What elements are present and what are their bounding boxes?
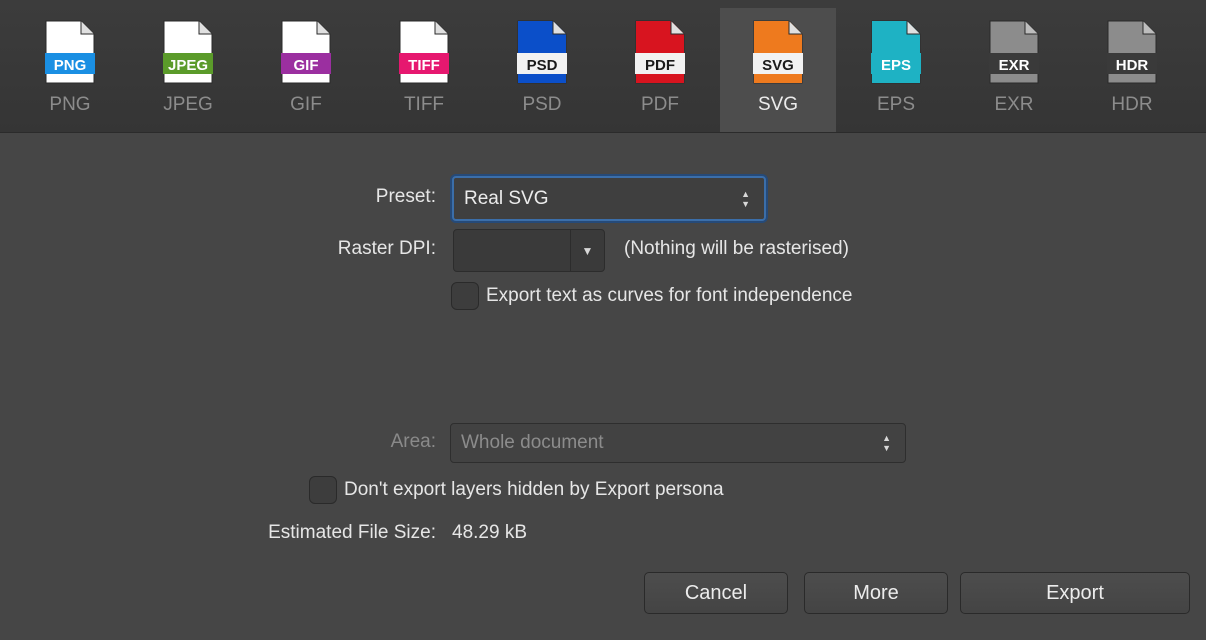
svg-text:PNG: PNG bbox=[54, 57, 87, 74]
svg-text:EXR: EXR bbox=[999, 57, 1030, 74]
export-button[interactable]: Export bbox=[960, 572, 1190, 614]
format-name: PSD bbox=[522, 94, 562, 115]
hidden-layers-checkbox[interactable] bbox=[309, 476, 337, 504]
format-tab-exr[interactable]: EXR EXR bbox=[956, 8, 1072, 132]
svg-text:PSD: PSD bbox=[527, 57, 558, 74]
more-button[interactable]: More bbox=[804, 572, 948, 614]
preset-select[interactable]: Real SVG ▲ ▼ bbox=[452, 176, 766, 221]
format-tab-eps[interactable]: EPS EPS bbox=[838, 8, 954, 132]
file-size-label: Estimated File Size: bbox=[268, 522, 436, 543]
raster-dpi-combo[interactable]: ▼ bbox=[453, 229, 605, 272]
svg-text:GIF: GIF bbox=[294, 57, 319, 74]
format-name: EPS bbox=[876, 94, 916, 115]
area-label: Area: bbox=[390, 431, 436, 452]
svg-text:HDR: HDR bbox=[1116, 57, 1149, 74]
format-name: JPEG bbox=[163, 94, 213, 115]
svg-text:TIFF: TIFF bbox=[408, 57, 440, 74]
format-tab-svg[interactable]: SVG SVG bbox=[720, 8, 836, 132]
format-name: TIFF bbox=[403, 94, 445, 115]
file-jpeg-icon: JPEG bbox=[163, 20, 213, 84]
file-gif-icon: GIF bbox=[281, 20, 331, 84]
format-name: HDR bbox=[1111, 94, 1153, 115]
file-psd-icon: PSD bbox=[517, 20, 567, 84]
preset-label: Preset: bbox=[375, 186, 436, 207]
area-value: Whole document bbox=[461, 432, 604, 453]
format-name: SVG bbox=[757, 94, 799, 115]
file-hdr-icon: HDR bbox=[1107, 20, 1157, 84]
updown-arrows-icon: ▲ ▼ bbox=[882, 433, 891, 453]
hidden-layers-label: Don't export layers hidden by Export per… bbox=[344, 479, 724, 500]
format-tab-tiff[interactable]: TIFF TIFF bbox=[366, 8, 482, 132]
format-tab-png[interactable]: PNG PNG bbox=[12, 8, 128, 132]
export-text-curves-label: Export text as curves for font independe… bbox=[486, 285, 853, 306]
raster-dpi-note: (Nothing will be rasterised) bbox=[624, 238, 849, 259]
format-tab-psd[interactable]: PSD PSD bbox=[484, 8, 600, 132]
file-png-icon: PNG bbox=[45, 20, 95, 84]
file-eps-icon: EPS bbox=[871, 20, 921, 84]
format-name: EXR bbox=[994, 94, 1034, 115]
format-toolbar: PNG PNG JPEG JPEG GIF GIF TIFF TIFF PSD PSD PDF PDF… bbox=[0, 0, 1206, 133]
updown-arrows-icon: ▲ ▼ bbox=[741, 188, 750, 209]
format-name: PNG bbox=[49, 94, 91, 115]
cancel-button[interactable]: Cancel bbox=[644, 572, 788, 614]
format-tab-gif[interactable]: GIF GIF bbox=[248, 8, 364, 132]
file-pdf-icon: PDF bbox=[635, 20, 685, 84]
file-exr-icon: EXR bbox=[989, 20, 1039, 84]
svg-text:EPS: EPS bbox=[881, 57, 911, 74]
preset-value: Real SVG bbox=[464, 187, 549, 209]
area-select[interactable]: Whole document ▲ ▼ bbox=[450, 423, 906, 463]
export-text-curves-checkbox[interactable] bbox=[451, 282, 479, 310]
format-tab-pdf[interactable]: PDF PDF bbox=[602, 8, 718, 132]
format-tab-hdr[interactable]: HDR HDR bbox=[1074, 8, 1190, 132]
svg-text:SVG: SVG bbox=[762, 57, 794, 74]
format-name: PDF bbox=[641, 94, 679, 115]
raster-dpi-label: Raster DPI: bbox=[337, 238, 436, 259]
chevron-down-icon[interactable]: ▼ bbox=[571, 230, 604, 271]
format-tab-jpeg[interactable]: JPEG JPEG bbox=[130, 8, 246, 132]
format-name: GIF bbox=[290, 94, 322, 115]
file-size-value: 48.29 kB bbox=[452, 522, 527, 543]
svg-text:JPEG: JPEG bbox=[168, 57, 208, 74]
file-svg-icon: SVG bbox=[753, 20, 803, 84]
svg-text:PDF: PDF bbox=[645, 57, 675, 74]
file-tiff-icon: TIFF bbox=[399, 20, 449, 84]
